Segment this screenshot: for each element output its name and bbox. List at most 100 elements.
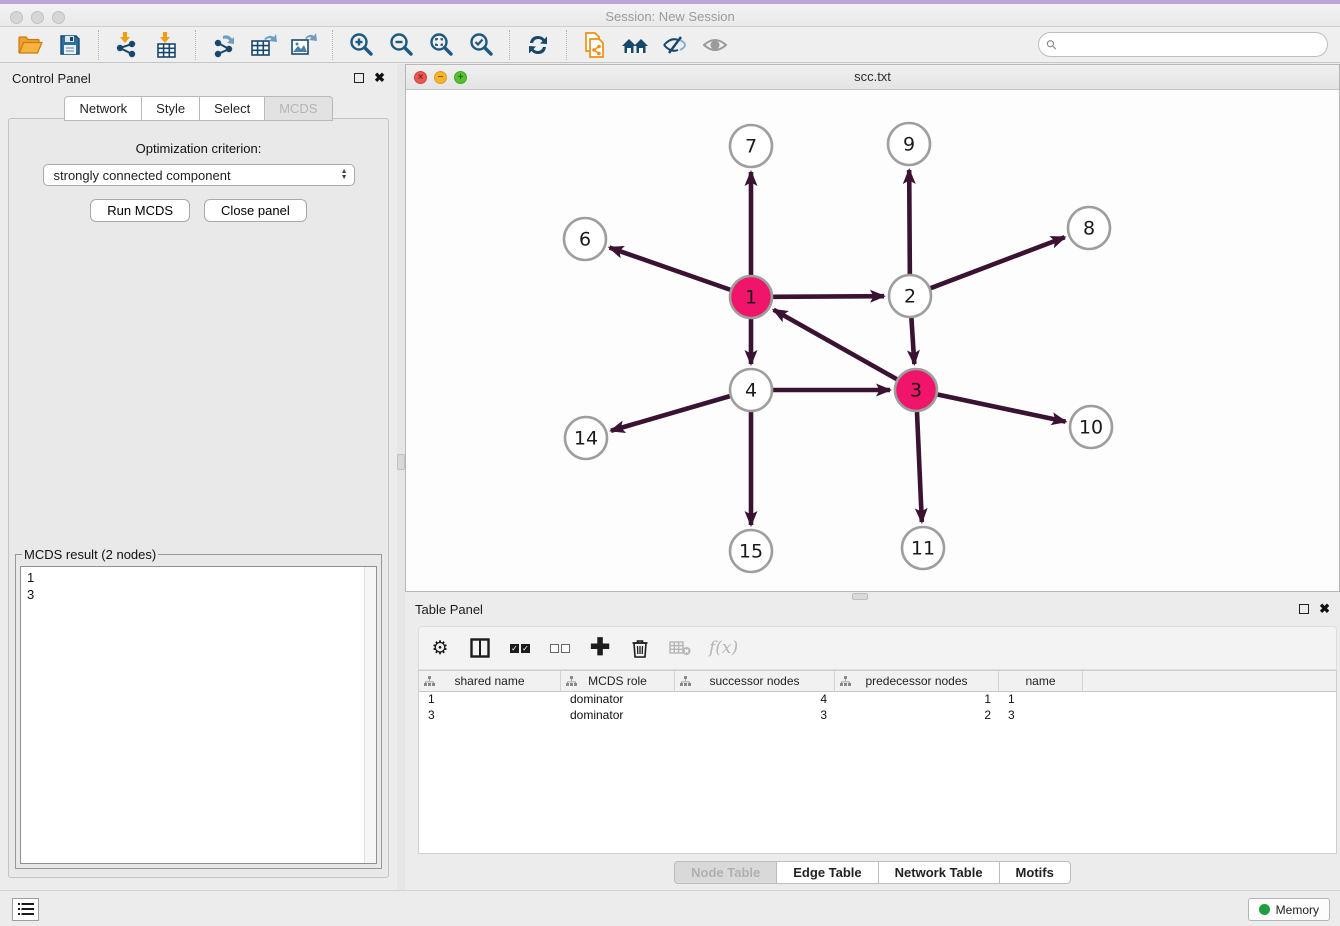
control-tab-mcds[interactable]: MCDS	[264, 96, 332, 121]
network-close-button[interactable]: ×	[414, 71, 427, 84]
global-search[interactable]: ⚲	[1038, 32, 1328, 57]
node-label-9: 9	[903, 134, 915, 156]
column-header-name[interactable]: name	[999, 671, 1083, 691]
result-scrollbar[interactable]	[364, 567, 376, 863]
table-panel: Table Panel ✖ ⚙ ✓✓ ✚ f(x) shared nameMCD…	[405, 596, 1340, 890]
close-panel-button[interactable]: Close panel	[204, 199, 307, 222]
run-mcds-button[interactable]: Run MCDS	[90, 199, 190, 222]
zoom-fit-icon[interactable]	[424, 30, 458, 60]
column-chooser-icon[interactable]	[469, 635, 491, 661]
table-header-row: shared nameMCDS rolesuccessor nodesprede…	[419, 671, 1336, 692]
task-history-button[interactable]	[12, 898, 39, 921]
vertical-splitter[interactable]	[397, 64, 405, 890]
column-header-predecessor-nodes[interactable]: predecessor nodes	[835, 671, 999, 691]
delete-table-icon[interactable]	[669, 635, 691, 661]
column-header-successor-nodes[interactable]: successor nodes	[675, 671, 835, 691]
refresh-icon[interactable]	[521, 30, 555, 60]
mcds-result-area[interactable]: 13	[20, 566, 377, 864]
edge-1-2[interactable]	[773, 296, 884, 297]
network-window-titlebar[interactable]: × − + scc.txt	[406, 65, 1339, 90]
network-minimize-button[interactable]: −	[434, 71, 447, 84]
mcds-result-fieldset: MCDS result (2 nodes) 13	[15, 547, 382, 869]
toolbar-separator	[332, 30, 333, 60]
table-toolbar: ⚙ ✓✓ ✚ f(x)	[418, 626, 1337, 670]
node-label-1: 1	[745, 287, 757, 309]
table-tab-node-table[interactable]: Node Table	[674, 861, 776, 884]
main-toolbar: ⚲	[0, 27, 1340, 63]
float-panel-icon[interactable]	[354, 73, 364, 83]
table-settings-icon[interactable]: ⚙	[429, 635, 451, 661]
node-label-10: 10	[1079, 417, 1103, 439]
export-network-icon[interactable]	[207, 30, 241, 60]
column-header-shared-name[interactable]: shared name	[419, 671, 561, 691]
table-cell[interactable]: 3	[675, 708, 835, 724]
network-canvas[interactable]: 7968124314101511	[406, 90, 1339, 591]
control-tab-select[interactable]: Select	[199, 96, 264, 121]
memory-button[interactable]: Memory	[1248, 898, 1330, 921]
table-cell[interactable]: 4	[675, 692, 835, 708]
table-tab-network-table[interactable]: Network Table	[878, 861, 999, 884]
export-table-icon[interactable]	[247, 30, 281, 60]
home-icon[interactable]	[618, 30, 652, 60]
table-cell[interactable]: dominator	[561, 692, 675, 708]
toolbar-separator	[98, 30, 99, 60]
table-cell[interactable]: 2	[835, 708, 999, 724]
close-table-panel-icon[interactable]: ✖	[1319, 604, 1330, 614]
table-cell[interactable]: 3	[999, 708, 1083, 724]
zoom-selected-icon[interactable]	[464, 30, 498, 60]
table-cell[interactable]: 3	[419, 708, 561, 724]
add-column-icon[interactable]: ✚	[589, 635, 611, 661]
edge-2-8[interactable]	[931, 237, 1065, 288]
edge-2-9[interactable]	[909, 170, 910, 274]
table-body: 1dominator4113dominator323	[419, 692, 1336, 724]
save-session-icon[interactable]	[53, 30, 87, 60]
table-cell[interactable]: 1	[419, 692, 561, 708]
import-table-icon[interactable]	[150, 30, 184, 60]
network-maximize-button[interactable]: +	[454, 71, 467, 84]
float-table-panel-icon[interactable]	[1299, 604, 1309, 614]
table-cell[interactable]: 1	[835, 692, 999, 708]
table-row[interactable]: 1dominator411	[419, 692, 1336, 708]
table-cell[interactable]: 1	[999, 692, 1083, 708]
hide-selected-icon[interactable]	[658, 30, 692, 60]
function-builder-icon[interactable]: f(x)	[709, 635, 738, 661]
delete-column-icon[interactable]	[629, 635, 651, 661]
edge-4-14[interactable]	[611, 396, 730, 431]
control-tab-network[interactable]: Network	[64, 96, 141, 121]
table-row[interactable]: 3dominator323	[419, 708, 1336, 724]
edge-3-1[interactable]	[774, 310, 897, 379]
node-label-8: 8	[1083, 218, 1095, 240]
edge-3-10[interactable]	[938, 395, 1066, 422]
table-tab-edge-table[interactable]: Edge Table	[776, 861, 877, 884]
search-input[interactable]	[1061, 38, 1327, 52]
table-cell[interactable]: dominator	[561, 708, 675, 724]
edge-2-3[interactable]	[911, 318, 914, 364]
node-label-7: 7	[745, 136, 757, 158]
deselect-all-icon[interactable]	[549, 635, 571, 661]
node-label-15: 15	[739, 541, 763, 563]
node-table[interactable]: shared nameMCDS rolesuccessor nodesprede…	[418, 670, 1337, 854]
column-header-MCDS-role[interactable]: MCDS role	[561, 671, 675, 691]
select-all-icon[interactable]: ✓✓	[509, 635, 531, 661]
edge-3-11[interactable]	[917, 412, 922, 522]
criterion-dropdown[interactable]: strongly connected component ▲▼	[43, 164, 355, 186]
edge-1-6[interactable]	[610, 248, 731, 290]
zoom-out-icon[interactable]	[384, 30, 418, 60]
control-tab-style[interactable]: Style	[141, 96, 199, 121]
app-title: Session: New Session	[0, 9, 1340, 24]
zoom-in-icon[interactable]	[344, 30, 378, 60]
dropdown-arrows-icon: ▲▼	[341, 169, 348, 181]
node-label-11: 11	[911, 538, 935, 560]
vertical-splitter-grip[interactable]	[397, 454, 405, 470]
result-line: 3	[27, 586, 370, 603]
toolbar-separator	[566, 30, 567, 60]
close-panel-icon[interactable]: ✖	[374, 73, 385, 83]
horizontal-splitter-grip[interactable]	[852, 593, 868, 600]
import-network-icon[interactable]	[110, 30, 144, 60]
show-all-icon[interactable]	[698, 30, 732, 60]
export-image-icon[interactable]	[287, 30, 321, 60]
open-session-icon[interactable]	[13, 30, 47, 60]
table-tab-motifs[interactable]: Motifs	[999, 861, 1071, 884]
clone-network-icon[interactable]	[578, 30, 612, 60]
node-label-4: 4	[745, 380, 757, 402]
